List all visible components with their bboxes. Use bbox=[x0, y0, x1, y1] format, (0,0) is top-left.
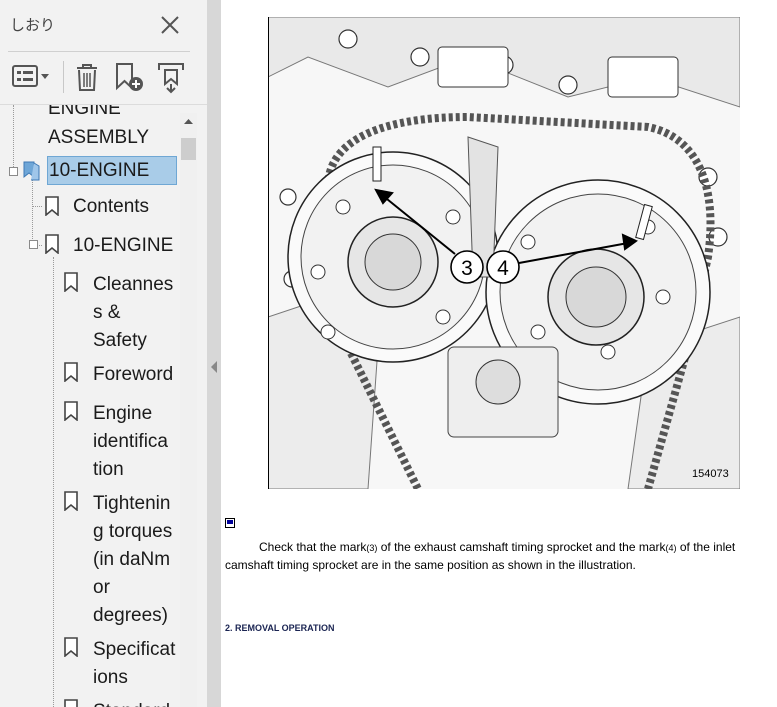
bookmark-icon bbox=[64, 491, 78, 511]
bookmark-icon bbox=[64, 699, 78, 707]
bookmark-10-engine-section[interactable]: 10-ENGINE bbox=[73, 232, 173, 260]
instruction-paragraph: Check that the mark(3) of the exhaust ca… bbox=[225, 539, 759, 574]
bookmark-label-line: (in daNm bbox=[93, 549, 171, 570]
bookmark-label-line: Tightenin bbox=[93, 493, 171, 514]
trash-icon[interactable] bbox=[72, 60, 102, 94]
bookmark-label-line: g torques bbox=[93, 521, 173, 542]
paragraph-text: Check that the mark bbox=[259, 540, 367, 554]
bookmark-label-line: Specificat bbox=[93, 639, 176, 660]
bookmark-icon bbox=[64, 362, 78, 382]
bookmark-label-line: Engine bbox=[93, 403, 153, 424]
bookmark-label-line: tion bbox=[93, 459, 124, 480]
bookmark-engine-assembly[interactable]: ASSEMBLY bbox=[48, 124, 149, 152]
bookmark-icon bbox=[45, 196, 59, 216]
bookmark-icon bbox=[64, 637, 78, 657]
list-options-icon[interactable] bbox=[11, 60, 51, 94]
section-heading: 2. REMOVAL OPERATION bbox=[225, 623, 335, 633]
bookmark-label-line: Standard bbox=[93, 698, 170, 707]
panel-title: しおり bbox=[10, 16, 56, 34]
panel-splitter[interactable] bbox=[207, 0, 221, 707]
paragraph-text: of the exhaust camshaft timing sprocket … bbox=[377, 540, 666, 554]
bookmark-partial[interactable]: ENGINE bbox=[48, 105, 121, 123]
tree-connector bbox=[53, 257, 54, 707]
collapse-toggle[interactable] bbox=[9, 167, 18, 176]
bookmark-selected-row[interactable]: 10-ENGINE bbox=[47, 156, 177, 185]
bookmark-add-icon[interactable] bbox=[112, 60, 146, 94]
bookmark-icon bbox=[64, 401, 78, 421]
bookmark-contents[interactable]: Contents bbox=[73, 193, 149, 221]
bookmark-label-line: identifica bbox=[93, 431, 168, 452]
tree-connector bbox=[32, 206, 42, 207]
bookmark-label-line: Cleannes bbox=[93, 274, 174, 295]
toolbar-divider bbox=[63, 61, 64, 93]
figure-border bbox=[268, 17, 740, 489]
bookmark-label-line: s & bbox=[93, 302, 121, 323]
tree-connector bbox=[32, 180, 33, 245]
mark-4-ref: (4) bbox=[665, 543, 677, 553]
bookmark-10-engine-selected: 10-ENGINE bbox=[49, 160, 150, 181]
bookmark-label-line: Foreword bbox=[93, 364, 174, 385]
bookmark-label-line: ions bbox=[93, 667, 128, 688]
bookmark-label-line: degrees) bbox=[93, 605, 168, 626]
bookmarks-panel: しおり ENGINE ASSEMBLY 10-ENGINE Contents 1… bbox=[0, 0, 207, 707]
mark-3-ref: (3) bbox=[366, 543, 378, 553]
bookmark-label-line: Safety bbox=[93, 330, 147, 351]
find-bookmark-icon[interactable] bbox=[154, 60, 188, 94]
bookmark-tree: ENGINE ASSEMBLY 10-ENGINE Contents 10-EN… bbox=[0, 105, 180, 707]
panel-divider bbox=[8, 51, 190, 52]
tree-connector bbox=[13, 105, 14, 167]
bookmark-icon bbox=[45, 234, 59, 254]
scroll-up-icon[interactable] bbox=[180, 113, 197, 130]
note-icon bbox=[225, 518, 235, 528]
document-bookmark-icon bbox=[23, 161, 40, 181]
collapse-panel-icon[interactable] bbox=[210, 361, 218, 373]
bookmark-icon bbox=[64, 272, 78, 292]
document-page: 3 4 154073 Check that the mark(3) of the… bbox=[221, 0, 777, 707]
collapse-toggle[interactable] bbox=[29, 240, 38, 249]
bookmark-label-line: or bbox=[93, 577, 110, 598]
close-icon[interactable] bbox=[158, 13, 182, 37]
figure-number: 154073 bbox=[692, 468, 729, 480]
bookmark-scrollbar[interactable] bbox=[180, 113, 197, 707]
scroll-thumb[interactable] bbox=[181, 138, 196, 160]
